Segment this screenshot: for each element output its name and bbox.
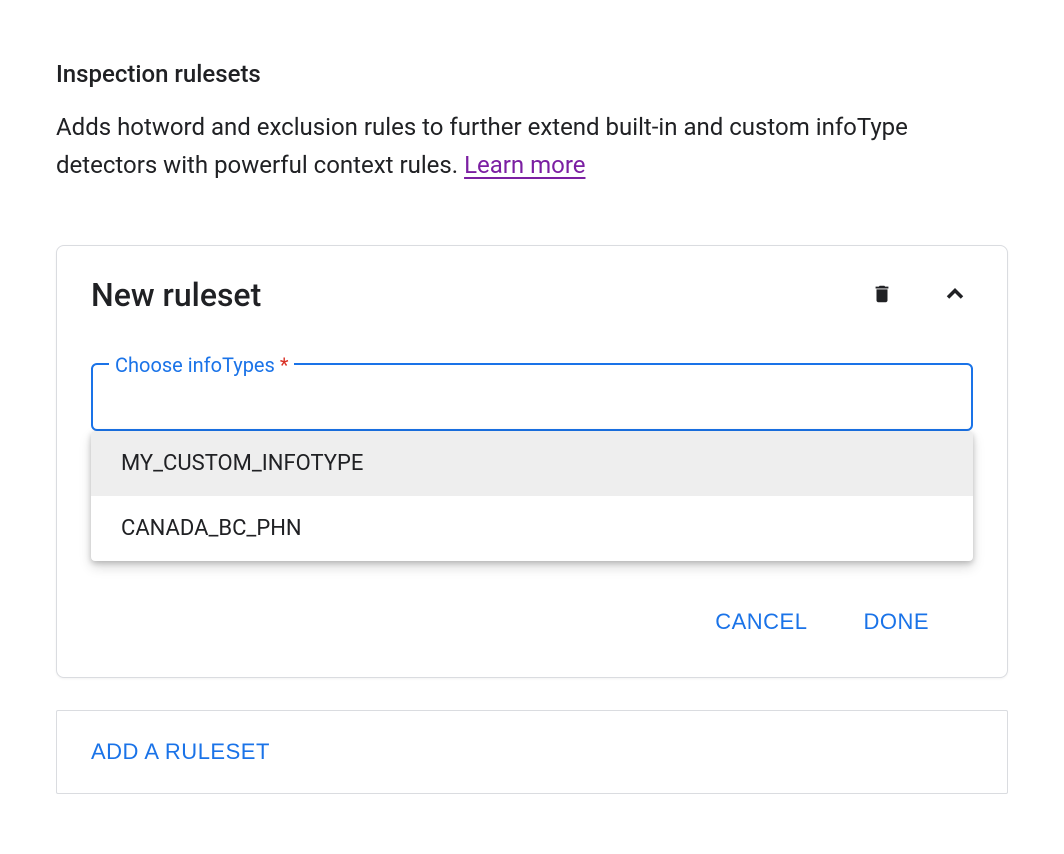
infotypes-field-label: Choose infoTypes * [109,353,294,377]
section-title: Inspection rulesets [56,60,1008,88]
card-title: New ruleset [91,276,261,314]
section-description: Adds hotword and exclusion rules to furt… [56,108,1008,185]
collapse-button[interactable] [937,276,973,315]
add-ruleset-card: ADD A RULESET [56,710,1008,794]
learn-more-link[interactable]: Learn more [464,151,585,179]
delete-button[interactable] [867,277,897,314]
field-label-text: Choose infoTypes [115,353,275,377]
dropdown-option-my-custom-infotype[interactable]: MY_CUSTOM_INFOTYPE [91,431,973,496]
dropdown-option-canada-bc-phn[interactable]: CANADA_BC_PHN [91,496,973,561]
card-header-actions [867,276,973,315]
infotypes-field-container: Choose infoTypes * MY_CUSTOM_INFOTYPE CA… [91,363,973,431]
add-ruleset-button[interactable]: ADD A RULESET [91,739,270,765]
cancel-button[interactable]: CANCEL [711,601,811,643]
infotypes-dropdown: MY_CUSTOM_INFOTYPE CANADA_BC_PHN [91,431,973,561]
card-header: New ruleset [91,276,973,315]
required-asterisk: * [280,353,289,377]
done-button[interactable]: DONE [859,601,933,643]
infotypes-field[interactable]: Choose infoTypes * [91,363,973,431]
new-ruleset-card: New ruleset Choose infoTypes [56,245,1008,678]
trash-icon [871,281,893,310]
card-actions: CANCEL DONE [91,601,973,643]
chevron-up-icon [941,280,969,311]
